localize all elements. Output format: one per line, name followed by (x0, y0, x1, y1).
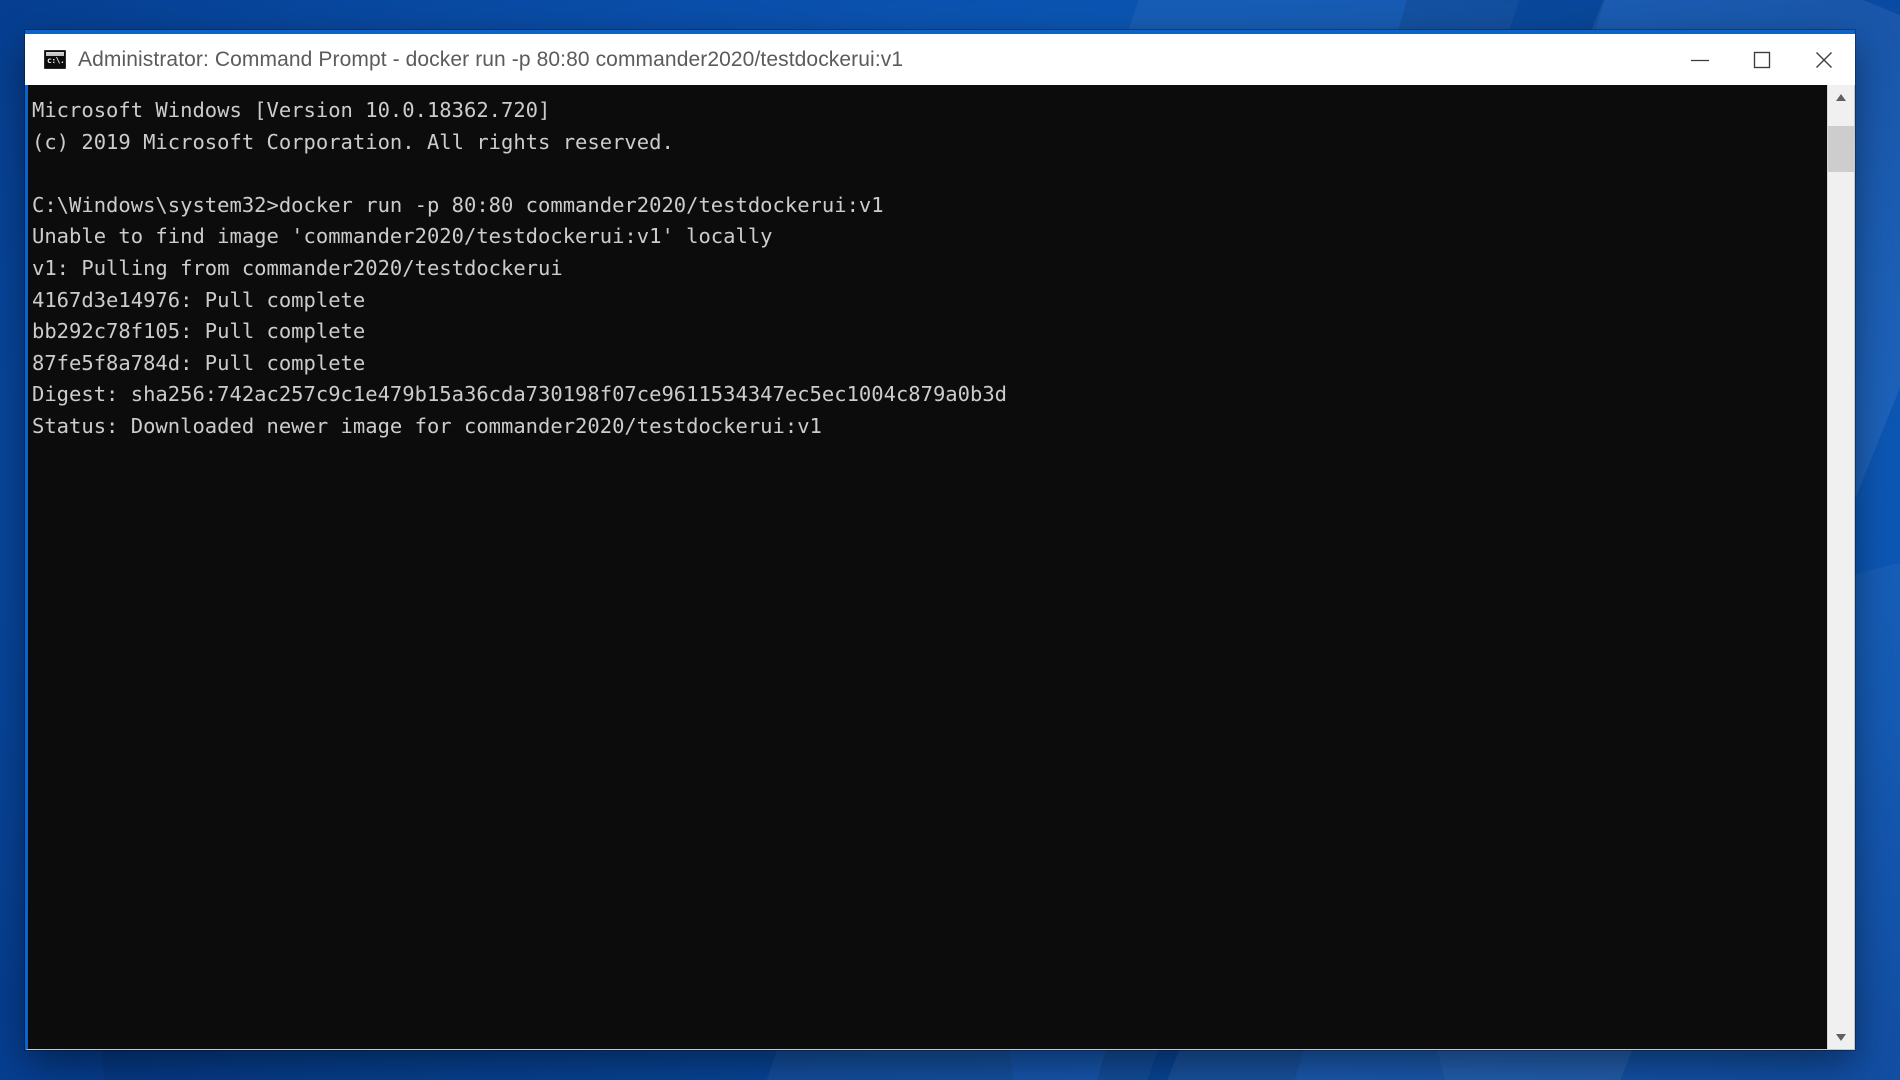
window-controls (1669, 34, 1855, 85)
console-line: Unable to find image 'commander2020/test… (32, 224, 773, 249)
maximize-button[interactable] (1731, 34, 1793, 85)
console-line: 87fe5f8a784d: Pull complete (32, 350, 366, 375)
console-line: C:\Windows\system32>docker run -p 80:80 … (32, 192, 884, 217)
close-icon (1816, 51, 1832, 68)
console-output-area[interactable]: Microsoft Windows [Version 10.0.18362.72… (25, 85, 1855, 1050)
console-text[interactable]: Microsoft Windows [Version 10.0.18362.72… (28, 85, 1827, 1049)
scroll-down-button[interactable] (1828, 1025, 1854, 1049)
window-title-bar[interactable]: Administrator: Command Prompt - docker r… (25, 30, 1855, 85)
console-line: Digest: sha256:742ac257c9c1e479b15a36cda… (32, 382, 1008, 407)
console-line: v1: Pulling from commander2020/testdocke… (32, 255, 563, 280)
command-prompt-window: Administrator: Command Prompt - docker r… (25, 30, 1855, 1050)
scroll-up-icon (1836, 93, 1846, 101)
window-title-text: Administrator: Command Prompt - docker r… (78, 47, 904, 71)
scroll-up-button[interactable] (1828, 85, 1854, 109)
minimize-icon (1691, 59, 1709, 61)
console-line: 4167d3e14976: Pull complete (32, 287, 366, 312)
console-line: bb292c78f105: Pull complete (32, 319, 366, 344)
console-line: Status: Downloaded newer image for comma… (32, 413, 822, 438)
close-button[interactable] (1793, 34, 1855, 85)
scrollbar-thumb[interactable] (1828, 126, 1854, 172)
cmd-console-icon (44, 50, 66, 69)
scrollbar-track[interactable] (1828, 109, 1854, 1025)
maximize-icon (1753, 51, 1771, 68)
console-line: (c) 2019 Microsoft Corporation. All righ… (32, 129, 674, 154)
minimize-button[interactable] (1669, 34, 1731, 85)
scroll-down-icon (1836, 1033, 1846, 1041)
console-scrollbar[interactable] (1827, 85, 1854, 1049)
console-line: Microsoft Windows [Version 10.0.18362.72… (32, 98, 551, 122)
